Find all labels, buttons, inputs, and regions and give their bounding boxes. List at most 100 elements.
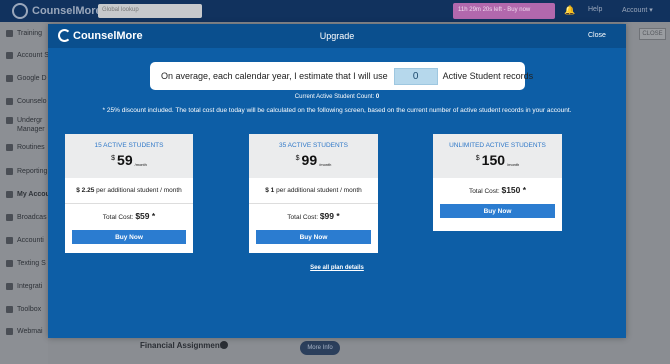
current-count-value: 0: [375, 94, 380, 100]
help-link[interactable]: Help: [588, 6, 602, 13]
sidebar-item-label: My Accou: [17, 191, 50, 198]
modal-close-button[interactable]: Close: [588, 32, 606, 39]
estimate-input[interactable]: [393, 67, 438, 85]
integration-icon: [6, 283, 13, 290]
sidebar-item-reporting[interactable]: Reporting: [6, 168, 47, 175]
buy-now-button[interactable]: Buy Now: [440, 204, 555, 218]
sidebar-item-label: Google D: [17, 75, 47, 82]
background-close-button[interactable]: CLOSE: [639, 28, 666, 40]
plan-name: 35 Active Students: [279, 142, 348, 149]
additional-student-price: $ 2.25 per additional student / month: [65, 187, 193, 194]
total-value: $150 *: [501, 185, 527, 195]
sidebar-item-manager[interactable]: Manager: [6, 126, 45, 133]
additional-text: per additional student / month: [96, 187, 182, 194]
text-message-icon: [6, 260, 13, 267]
sidebar-item-label: Manager: [17, 126, 45, 133]
additional-price: $ 1: [265, 187, 275, 194]
sidebar-item-account[interactable]: Account S: [6, 52, 49, 59]
price-amount: 59: [117, 152, 133, 168]
sidebar-item-counselor[interactable]: Counselo: [6, 98, 47, 105]
sidebar-item-label: Reporting: [17, 168, 48, 175]
sidebar-item-label: Broadcas: [17, 214, 47, 221]
total-value: $99 *: [319, 211, 340, 221]
sidebar-item-label: Webmai: [17, 328, 43, 335]
more-info-button[interactable]: More Info: [300, 341, 340, 355]
routine-icon: [6, 144, 13, 151]
mail-icon: [6, 328, 13, 335]
promo-banner[interactable]: 11h 29m 20s left - Buy now: [453, 3, 555, 19]
total-cost: Total Cost: $59 *: [65, 211, 193, 221]
sidebar-item-label: Account S: [17, 52, 49, 59]
plan-card-15: 15 Active Students $ 59 /month $ 2.25 pe…: [65, 134, 193, 253]
sidebar-item-label: Counselo: [17, 98, 47, 105]
price-currency: $: [475, 155, 480, 162]
training-icon: [6, 30, 13, 37]
sidebar: Training Account S Google D Counselo Und…: [0, 22, 50, 364]
graduation-icon: [6, 117, 13, 124]
buy-now-button[interactable]: Buy Now: [256, 230, 371, 244]
app-logo-text: CounselMore: [32, 5, 102, 17]
sidebar-item-label: Routines: [17, 144, 45, 151]
current-count-label: Current Active Student Count:: [294, 94, 375, 100]
report-icon: [6, 168, 13, 175]
price-amount: 150: [481, 152, 506, 168]
estimate-prefix: On average, each calendar year, I estima…: [161, 71, 388, 81]
sidebar-item-toolbox[interactable]: Toolbox: [6, 306, 41, 313]
plan-name: 15 Active Students: [94, 142, 164, 149]
plan-card-header: 15 Active Students $ 59 /month: [65, 134, 193, 178]
sidebar-item-label: Accounti: [17, 237, 44, 244]
sidebar-item-webmail[interactable]: Webmai: [6, 328, 43, 335]
estimate-suffix: Active Student records: [442, 71, 534, 81]
sidebar-item-label: Texting S: [17, 260, 46, 267]
additional-price: $ 2.25: [76, 187, 95, 194]
plan-card-unlimited: Unlimited Active Students $ 150 /month T…: [433, 134, 562, 231]
sidebar-item-texting[interactable]: Texting S: [6, 260, 46, 267]
total-label: Total Cost:: [287, 214, 319, 221]
sidebar-item-accounting[interactable]: Accounti: [6, 237, 44, 244]
global-lookup-input[interactable]: Global lookup: [98, 4, 202, 18]
broadcast-icon: [6, 214, 13, 221]
sidebar-item-integrations[interactable]: Integrati: [6, 283, 42, 290]
info-icon[interactable]: [220, 341, 228, 349]
additional-text: per additional student / month: [276, 187, 362, 194]
modal-title: Upgrade: [319, 31, 355, 41]
sidebar-item-broadcast[interactable]: Broadcas: [6, 214, 47, 221]
buy-now-button[interactable]: Buy Now: [72, 230, 186, 244]
account-icon: [6, 191, 13, 198]
toolbox-icon: [6, 306, 13, 313]
price-period: /month: [134, 162, 147, 167]
app-logo[interactable]: CounselMore: [12, 3, 102, 19]
plan-price: $ 150 /month: [433, 153, 562, 167]
see-all-plan-details-link[interactable]: See all plan details: [48, 265, 626, 271]
plan-card-header: 35 Active Students $ 99 /month: [249, 134, 378, 178]
additional-student-price: $ 1 per additional student / month: [249, 187, 378, 194]
account-icon: [6, 52, 13, 59]
sidebar-item-google[interactable]: Google D: [6, 75, 47, 82]
divider: [249, 203, 378, 204]
google-icon: [6, 75, 13, 82]
sidebar-item-label: Toolbox: [17, 306, 42, 313]
logo-mark-icon: [12, 3, 28, 19]
sidebar-item-routines[interactable]: Routines: [6, 144, 45, 151]
price-amount: 99: [301, 152, 318, 168]
sidebar-item-label: Integrati: [17, 283, 43, 290]
sidebar-item-my-account[interactable]: My Accou: [6, 191, 50, 198]
plan-price: $ 99 /month: [249, 153, 378, 167]
plan-card-35: 35 Active Students $ 99 /month $ 1 per a…: [249, 134, 378, 253]
sidebar-item-label: Training: [17, 30, 43, 37]
plan-card-header: Unlimited Active Students $ 150 /month: [433, 134, 562, 178]
dollar-icon: [6, 237, 13, 244]
bell-icon[interactable]: 🔔: [564, 5, 575, 16]
estimate-box: On average, each calendar year, I estima…: [150, 62, 533, 90]
account-menu[interactable]: Account ▾: [622, 6, 653, 14]
total-value: $59 *: [135, 211, 156, 221]
current-count: Current Active Student Count: 0: [48, 94, 626, 100]
top-bar: CounselMore Global lookup 11h 29m 20s le…: [0, 0, 670, 22]
total-label: Total Cost:: [102, 214, 134, 221]
sidebar-item-training[interactable]: Training: [6, 30, 42, 37]
price-currency: $: [111, 155, 116, 162]
price-period: /month: [319, 162, 332, 167]
sidebar-item-undergrad[interactable]: Undergr: [6, 117, 42, 124]
price-period: /month: [507, 162, 520, 167]
total-cost: Total Cost: $99 *: [249, 211, 378, 221]
